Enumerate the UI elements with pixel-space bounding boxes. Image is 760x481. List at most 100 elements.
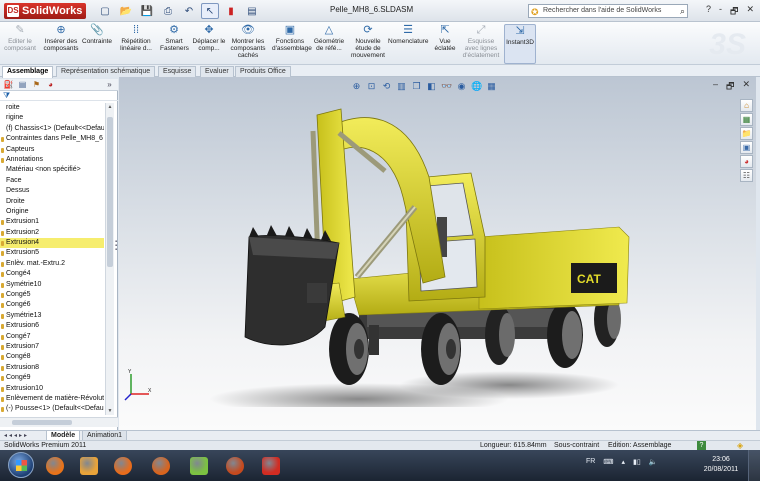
start-button[interactable] [8, 452, 34, 478]
taskbar-app-button[interactable] [74, 453, 104, 478]
ribbon-reference-geometry-button[interactable]: △ Géométrie de réfé... [312, 24, 346, 64]
ribbon-explode-line-sketch-button[interactable]: ⤢ Esquisse avec lignes d'éclatement [462, 24, 500, 64]
display-manager-tab-icon[interactable]: ◕ [45, 80, 56, 90]
ribbon-assembly-features-button[interactable]: ▣ Fonctions d'assemblage [272, 24, 312, 64]
print-button[interactable]: ⎙ [159, 3, 177, 19]
tree-item[interactable]: Enlèv. mat.-Extru.2 [0, 259, 104, 269]
tree-item[interactable]: Extrusion8 [0, 363, 104, 373]
tree-item[interactable]: Extrusion5 [0, 248, 104, 258]
scroll-thumb[interactable] [107, 117, 113, 267]
tree-item[interactable]: Matériau <non spécifié> [0, 165, 104, 175]
tree-item[interactable]: Capteurs [0, 145, 104, 155]
solidworks-resources-icon[interactable]: ⌂ [740, 99, 753, 112]
taskbar-app-button[interactable] [108, 453, 138, 478]
graphics-area[interactable]: ⊕ ⊡ ⟲ ▥ ❒ ◧ 👓 ◉ 🌐 ▦ – 🗗 ✕ ⌂ ▦ 📁 ▣ ◕ ☷ CA… [119, 77, 756, 430]
tree-item[interactable]: Congé8 [0, 352, 104, 362]
tree-item[interactable]: Extrusion7 [0, 342, 104, 352]
network-icon[interactable]: ▮▯ [633, 458, 641, 466]
tree-item[interactable]: (-) Pousse<1> (Default<<Defaul [0, 404, 104, 414]
tree-item[interactable]: Contraintes dans Pelle_MH8_6 [0, 134, 104, 144]
excavator-3d-model[interactable]: CAT [209, 87, 649, 407]
taskbar-app-button[interactable] [146, 453, 176, 478]
restore-button[interactable]: 🗗 [730, 4, 738, 20]
tree-item[interactable]: (f) Chassis<1> (Default<<Defaul [0, 124, 104, 134]
ribbon-smart-fasteners-button[interactable]: ⚙ Smart Fasteners [160, 24, 189, 64]
new-document-button[interactable]: ▢ [96, 3, 114, 19]
tab-0[interactable]: Assemblage [2, 66, 54, 78]
options-button[interactable]: ▤ [243, 3, 261, 19]
appearances-icon[interactable]: ◕ [740, 155, 753, 168]
tree-item[interactable]: Origine [0, 207, 104, 217]
tree-item[interactable]: Congé5 [0, 290, 104, 300]
tag-icon[interactable]: ◈ [737, 441, 743, 450]
undo-button[interactable]: ↶ [180, 3, 198, 19]
save-button[interactable]: 💾 [138, 3, 156, 19]
keyboard-icon[interactable]: ⌨ [603, 458, 613, 466]
expand-pane-icon[interactable]: » [104, 80, 115, 90]
tree-item[interactable]: Enlèvement de matière-Révolut [0, 394, 104, 404]
taskbar-app-button[interactable] [220, 453, 250, 478]
property-manager-tab-icon[interactable]: ▤ [17, 80, 28, 90]
tree-item[interactable]: Extrusion1 [0, 217, 104, 227]
minimize-button[interactable]: - [719, 4, 722, 20]
tree-item[interactable]: Extrusion4 [0, 238, 104, 249]
tree-item[interactable]: Annotations [0, 155, 104, 165]
tree-item[interactable]: Face [0, 176, 104, 186]
ribbon-edit-component-button[interactable]: ✎ Editer le composant [4, 24, 36, 64]
scroll-down-icon[interactable]: ▼ [106, 407, 114, 415]
language-indicator[interactable]: FR [586, 458, 595, 466]
tree-item[interactable]: Extrusion2 [0, 228, 104, 238]
design-library-icon[interactable]: ▦ [740, 113, 753, 126]
tree-item[interactable]: Congé9 [0, 373, 104, 383]
help-search-input[interactable]: ✪ Rechercher dans l'aide de SolidWorks ⌕ [528, 4, 688, 18]
ribbon-exploded-view-button[interactable]: ⇱ Vue éclatée [432, 24, 458, 64]
select-button[interactable]: ↖ [201, 3, 219, 19]
hscroll-thumb[interactable] [12, 420, 72, 425]
tree-vertical-scrollbar[interactable]: ▲ ▼ [105, 103, 114, 415]
solidworks-logo[interactable]: DS SolidWorks [4, 3, 87, 19]
search-icon[interactable]: ⌕ [680, 5, 685, 17]
tab-4[interactable]: Produits Office [235, 66, 291, 77]
tree-item[interactable]: Congé4 [0, 269, 104, 279]
ribbon-move-component-button[interactable]: ✥ Déplacer le comp... [192, 24, 226, 64]
taskbar-app-button[interactable] [40, 453, 70, 478]
system-clock[interactable]: 23:06 20/08/2011 [700, 455, 742, 475]
taskbar-app-button[interactable] [184, 453, 214, 478]
tab-2[interactable]: Esquisse [158, 66, 197, 77]
ribbon-instant3d-button[interactable]: ⇲ Instant3D [504, 24, 536, 64]
tree-item[interactable]: Congé6 [0, 300, 104, 310]
volume-icon[interactable]: 🔈 [649, 458, 658, 466]
tree-item[interactable]: Symétrie13 [0, 311, 104, 321]
tree-item[interactable]: rigine [0, 113, 104, 123]
rebuild-button[interactable]: ▮ [222, 3, 240, 19]
viewport-restore-button[interactable]: 🗗 [726, 79, 734, 95]
tree-filter[interactable]: ⧩ [0, 91, 118, 101]
tree-item[interactable]: Congé7 [0, 332, 104, 342]
feature-manager-tab-icon[interactable]: ⛽ [3, 80, 14, 90]
show-desktop-button[interactable] [748, 450, 760, 481]
viewport-close-button[interactable]: ✕ [742, 79, 750, 95]
ribbon-motion-study-button[interactable]: ⟳ Nouvelle étude de mouvement [350, 24, 386, 64]
open-button[interactable]: 📂 [117, 3, 135, 19]
configuration-manager-tab-icon[interactable]: ⚑ [31, 80, 42, 90]
taskbar-app-button[interactable] [256, 453, 286, 478]
tree-item[interactable]: Symétrie10 [0, 280, 104, 290]
tab-1[interactable]: Représentation schématique [56, 66, 156, 77]
tree-horizontal-scrollbar[interactable] [0, 417, 118, 427]
scroll-up-icon[interactable]: ▲ [106, 103, 114, 111]
tree-item[interactable]: roite [0, 103, 104, 113]
show-hidden-icons-icon[interactable]: ▴ [621, 458, 625, 466]
tree-item[interactable]: Extrusion6 [0, 321, 104, 331]
ribbon-linear-pattern-button[interactable]: ⁞⁞ Répétition linéaire d... [116, 24, 156, 64]
close-button[interactable]: ✕ [746, 4, 754, 20]
help-button[interactable]: ? [706, 4, 711, 20]
viewport-minimize-button[interactable]: – [713, 79, 718, 95]
tree-item[interactable]: Extrusion10 [0, 384, 104, 394]
ribbon-show-hidden-button[interactable]: 👁 Montrer les composants cachés [228, 24, 268, 64]
custom-properties-icon[interactable]: ☷ [740, 169, 753, 182]
file-explorer-icon[interactable]: 📁 [740, 127, 753, 140]
ribbon-bom-button[interactable]: ☰ Nomenclature [388, 24, 428, 64]
ribbon-mate-button[interactable]: 📎 Contrainte [82, 24, 112, 64]
tree-item[interactable]: Droite [0, 197, 104, 207]
view-palette-icon[interactable]: ▣ [740, 141, 753, 154]
